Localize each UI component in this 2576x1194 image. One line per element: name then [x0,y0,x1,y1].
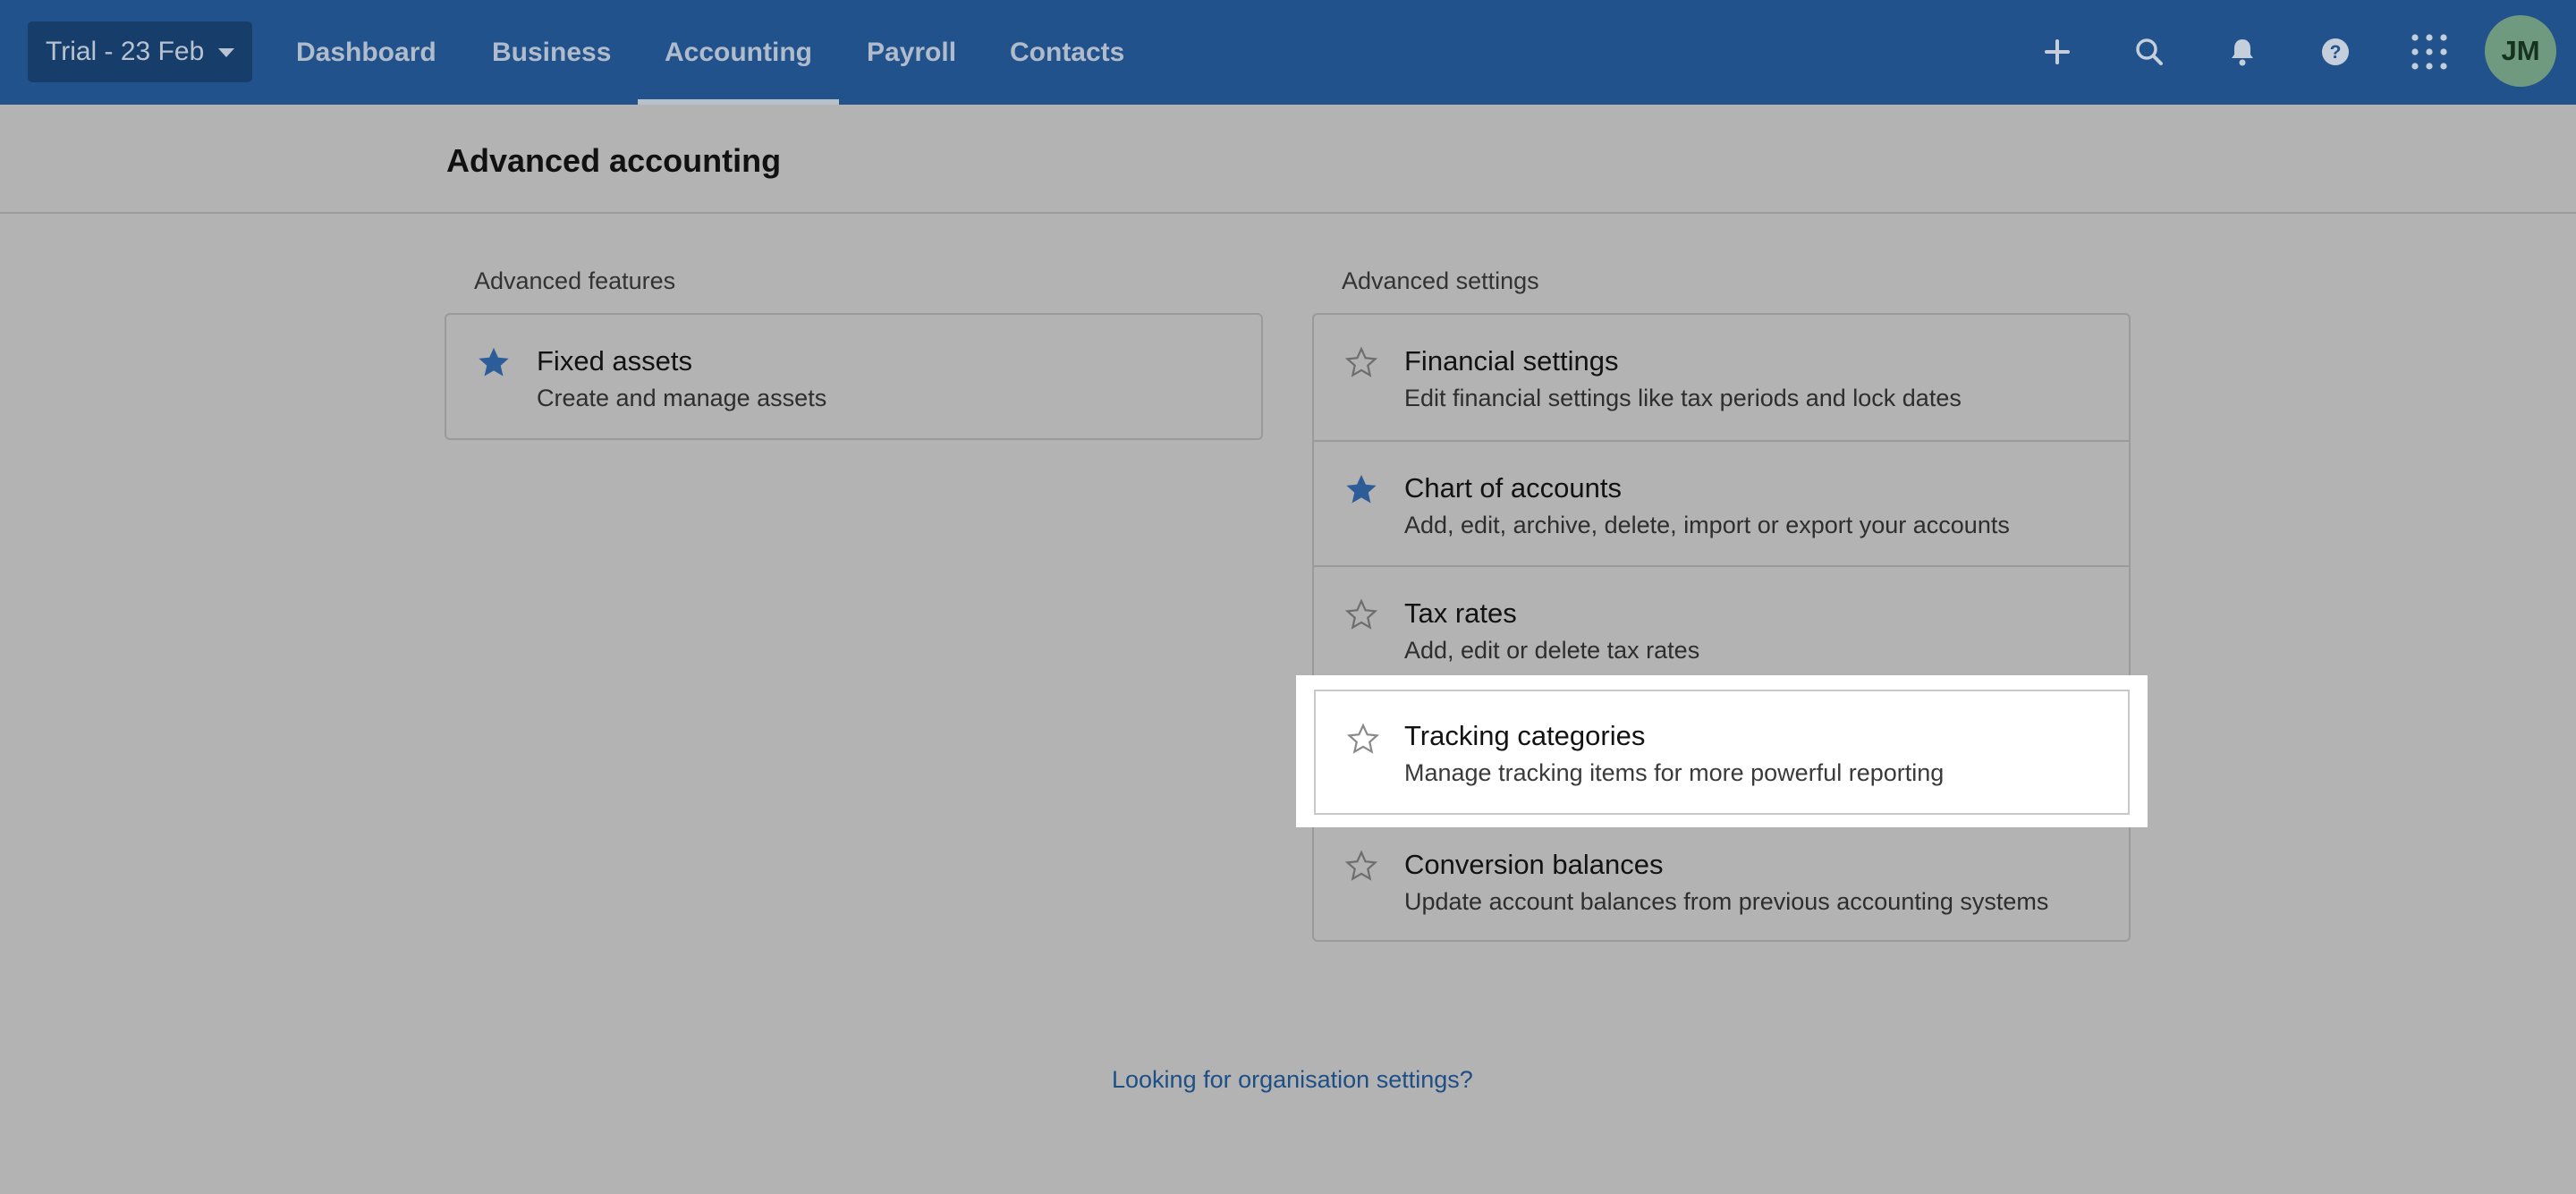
page-header: Advanced accounting [0,105,2576,214]
advanced-settings-label: Advanced settings [1342,267,1539,294]
app-grid-icon[interactable] [2408,30,2451,73]
advanced-features-label: Advanced features [474,267,676,294]
nav-contacts[interactable]: Contacts [1010,0,1124,105]
top-navigation-bar: Trial - 23 Feb Dashboard Business Accoun… [0,0,2576,105]
setting-title: Tax rates [1404,597,1517,629]
plus-icon[interactable] [2036,30,2079,73]
star-filled-icon[interactable] [477,345,511,379]
advanced-features-panel: Fixed assets Create and manage assets [445,313,1263,440]
organisation-switcher[interactable]: Trial - 23 Feb [28,21,253,82]
setting-item-conversion-balances[interactable]: Conversion balances Update account balan… [1314,817,2129,942]
setting-description: Edit financial settings like tax periods… [1404,385,1962,411]
feature-description: Create and manage assets [537,385,827,411]
search-icon[interactable] [2128,30,2171,73]
star-outline-icon[interactable] [1344,345,1378,379]
setting-title: Conversion balances [1404,849,1664,880]
nav-business[interactable]: Business [492,0,611,105]
organisation-name: Trial - 23 Feb [46,37,205,66]
advanced-settings-panel: Financial settings Edit financial settin… [1312,313,2131,942]
feature-item-fixed-assets[interactable]: Fixed assets Create and manage assets [446,315,1261,440]
setting-item-chart-of-accounts[interactable]: Chart of accounts Add, edit, archive, de… [1314,440,2129,565]
star-outline-icon[interactable] [1346,722,1380,756]
nav-accounting[interactable]: Accounting [638,0,839,105]
svg-text:?: ? [2330,42,2342,63]
organisation-settings-link[interactable]: Looking for organisation settings? [1112,1066,1473,1094]
setting-item-tracking-categories[interactable]: Tracking categories Manage tracking item… [1314,690,2130,815]
help-icon[interactable]: ? [2314,30,2357,73]
nav-payroll[interactable]: Payroll [867,0,956,105]
setting-title: Chart of accounts [1404,472,1622,504]
setting-item-financial-settings[interactable]: Financial settings Edit financial settin… [1314,315,2129,440]
page-title: Advanced accounting [446,142,782,179]
bell-icon[interactable] [2221,30,2264,73]
setting-description: Add, edit or delete tax rates [1404,637,1700,664]
setting-description: Update account balances from previous ac… [1404,888,2049,915]
star-outline-icon[interactable] [1344,849,1378,883]
nav-dashboard[interactable]: Dashboard [296,0,436,105]
star-outline-icon[interactable] [1344,597,1378,631]
highlight-spotlight: Tracking categories Manage tracking item… [1296,675,2148,827]
caret-down-icon [218,48,235,57]
setting-title: Financial settings [1404,345,1619,377]
setting-description: Manage tracking items for more powerful … [1404,759,1945,786]
setting-description: Add, edit, archive, delete, import or ex… [1404,512,2010,538]
star-filled-icon[interactable] [1344,472,1378,506]
setting-title: Tracking categories [1404,720,1646,751]
feature-title: Fixed assets [537,345,693,377]
setting-item-tax-rates[interactable]: Tax rates Add, edit or delete tax rates [1314,565,2129,690]
user-avatar[interactable]: JM [2485,15,2556,87]
